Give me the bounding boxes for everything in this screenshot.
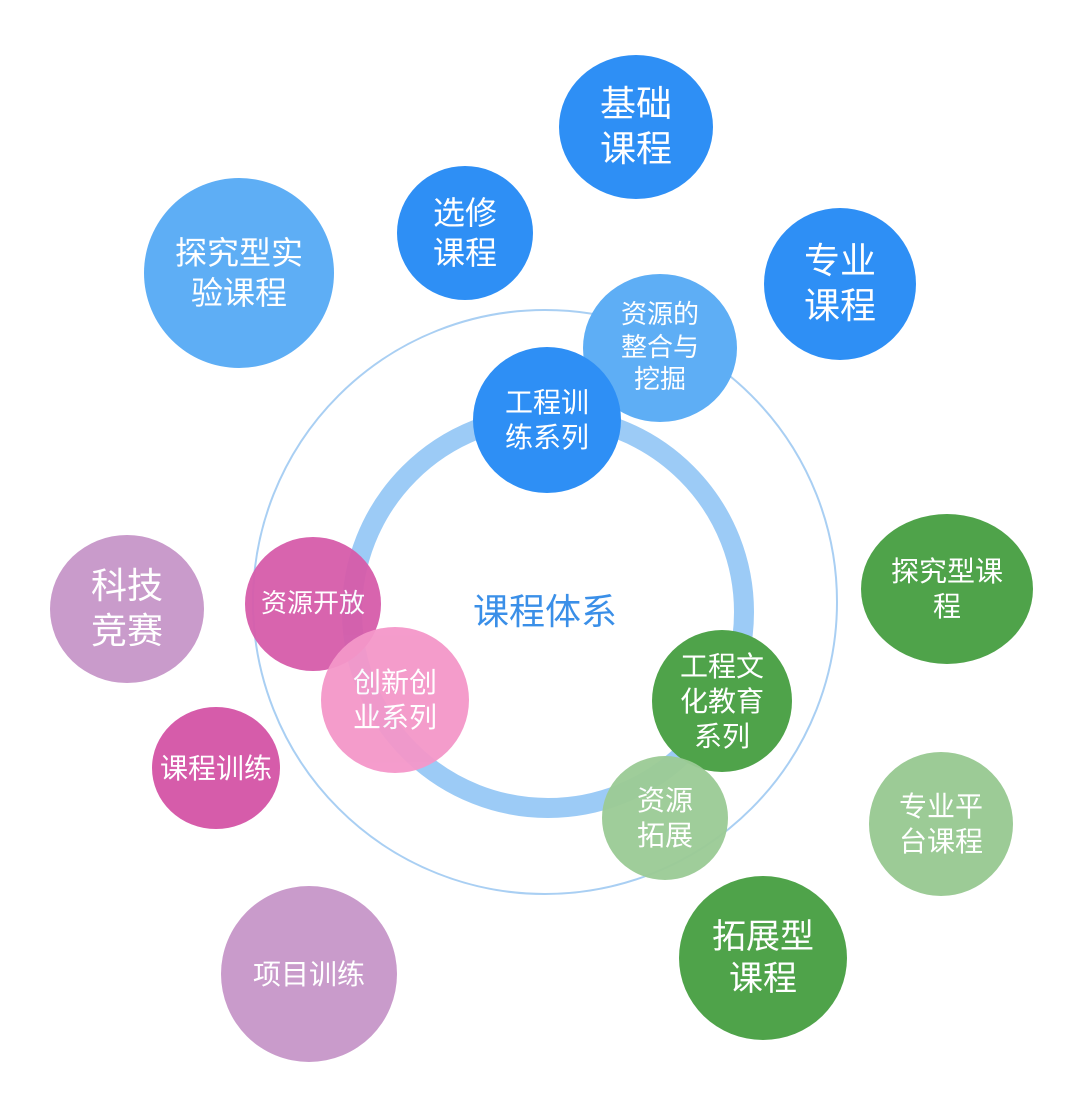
- inquiry-lab-course-bubble: 探究型实 验课程: [144, 178, 334, 368]
- elective-course-label: 选修 课程: [432, 194, 497, 272]
- engineering-culture-bubble: 工程文 化教育 系列: [652, 630, 792, 772]
- project-training-label: 项目训练: [252, 957, 365, 991]
- major-platform-course-label: 专业平 台课程: [898, 790, 983, 858]
- tech-competition-bubble: 科技 竞赛: [50, 535, 204, 683]
- major-course-bubble: 专业 课程: [764, 208, 916, 360]
- resource-expansion-label: 资源 拓展: [636, 784, 693, 852]
- engineering-training-bubble: 工程训 练系列: [473, 347, 621, 493]
- innovation-startup-label: 创新创 业系列: [352, 666, 437, 734]
- resource-open-label: 资源开放: [260, 588, 365, 619]
- inquiry-course-label: 探究型课 程: [890, 555, 1003, 623]
- major-platform-course-bubble: 专业平 台课程: [869, 752, 1013, 896]
- resource-integration-label: 资源的 整合与 挖掘: [620, 300, 699, 396]
- expansion-course-label: 拓展型 课程: [712, 916, 814, 1000]
- innovation-startup-bubble: 创新创 业系列: [321, 627, 469, 773]
- major-course-label: 专业 课程: [803, 241, 876, 327]
- elective-course-bubble: 选修 课程: [397, 166, 533, 300]
- engineering-training-label: 工程训 练系列: [504, 386, 589, 454]
- tech-competition-label: 科技 竞赛: [90, 566, 163, 652]
- curriculum-diagram: 课程体系 基础 课程 选修 课程 专业 课程 探究型实 验课程 资源的 整合与 …: [0, 0, 1086, 1113]
- center-title: 课程体系: [472, 592, 617, 633]
- basic-course-label: 基础 课程: [599, 84, 672, 170]
- expansion-course-bubble: 拓展型 课程: [679, 876, 847, 1040]
- course-training-bubble: 课程训练: [152, 707, 280, 829]
- course-training-label: 课程训练: [159, 751, 272, 785]
- project-training-bubble: 项目训练: [221, 886, 397, 1062]
- inquiry-lab-course-label: 探究型实 验课程: [174, 234, 303, 312]
- basic-course-bubble: 基础 课程: [559, 55, 713, 199]
- resource-expansion-bubble: 资源 拓展: [602, 756, 728, 880]
- engineering-culture-label: 工程文 化教育 系列: [679, 649, 764, 753]
- inquiry-course-bubble: 探究型课 程: [861, 514, 1033, 664]
